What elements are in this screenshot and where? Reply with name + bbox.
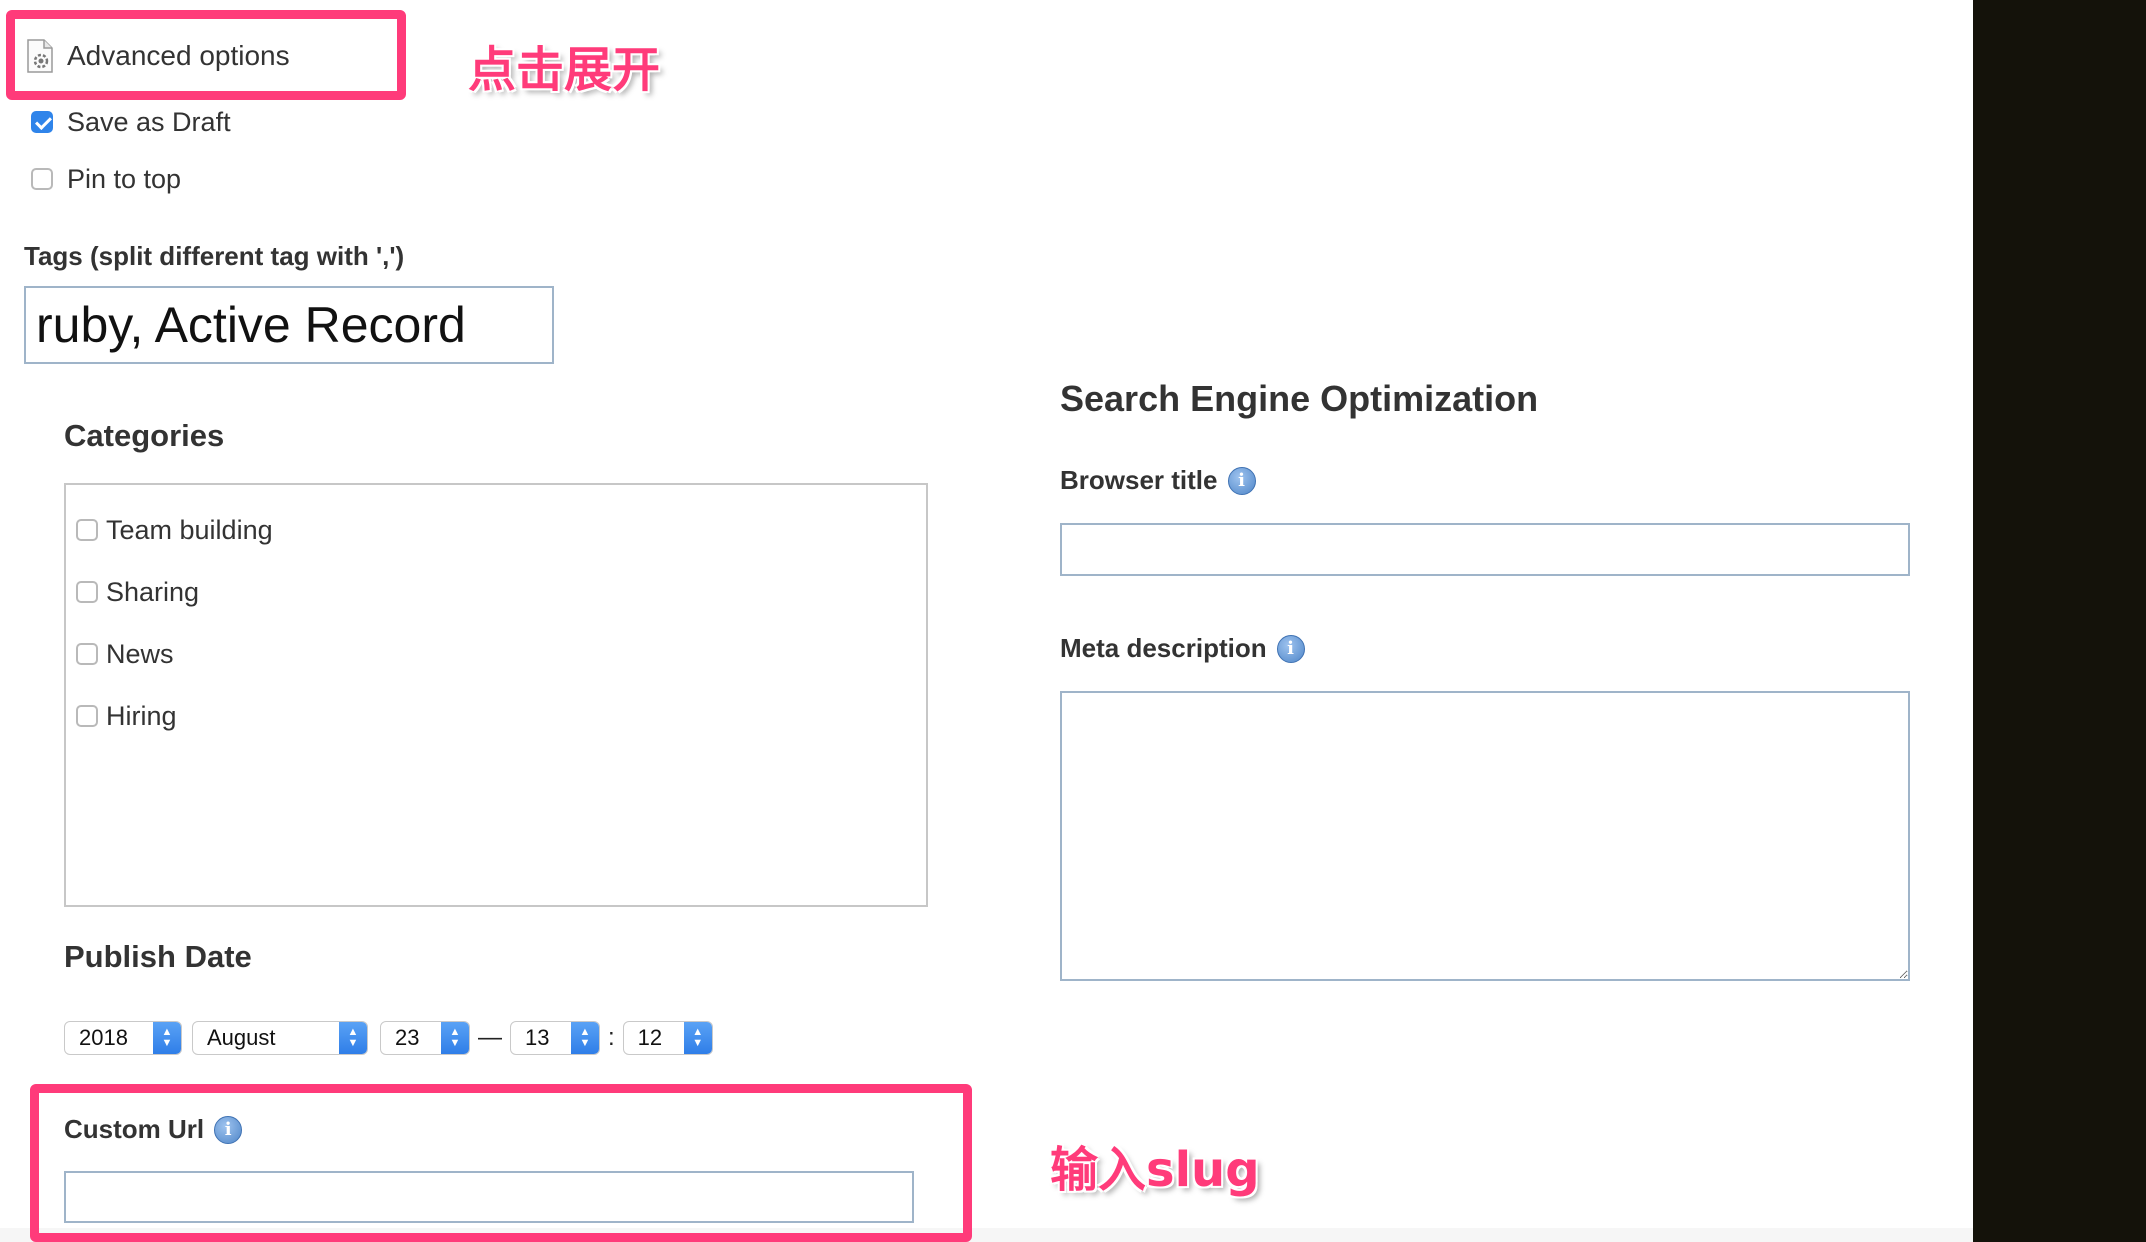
day-value: 23 bbox=[395, 1025, 420, 1050]
year-value: 2018 bbox=[79, 1025, 128, 1050]
tags-label: Tags (split different tag with ',') bbox=[24, 241, 405, 271]
select-arrows-icon: ▲ ▼ bbox=[339, 1022, 367, 1054]
category-item-news[interactable]: News bbox=[76, 639, 273, 669]
select-arrows-icon: ▲ ▼ bbox=[571, 1022, 599, 1054]
select-arrows-icon: ▲ ▼ bbox=[441, 1022, 469, 1054]
category-label: Hiring bbox=[106, 700, 177, 731]
pin-to-top-checkbox[interactable] bbox=[31, 168, 53, 190]
month-select[interactable]: August ▲ ▼ bbox=[192, 1021, 368, 1055]
pin-to-top-label: Pin to top bbox=[67, 163, 182, 194]
browser-title-label-row: Browser title i bbox=[1060, 465, 1256, 496]
category-label: Sharing bbox=[106, 576, 200, 607]
category-label: News bbox=[106, 638, 174, 669]
category-item-team-building[interactable]: Team building bbox=[76, 515, 273, 545]
day-select[interactable]: 23 ▲ ▼ bbox=[380, 1021, 470, 1055]
categories-box: Team building Sharing News Hiring bbox=[64, 483, 928, 907]
publish-date-title: Publish Date bbox=[64, 939, 252, 974]
date-time-separator: — bbox=[478, 1024, 502, 1051]
month-value: August bbox=[207, 1025, 276, 1050]
hour-value: 13 bbox=[525, 1025, 550, 1050]
category-label: Team building bbox=[106, 514, 273, 545]
select-arrows-icon: ▲ ▼ bbox=[153, 1022, 181, 1054]
publish-date-selects: 2018 ▲ ▼ August ▲ ▼ 23 ▲ ▼ — 13 ▲ ▼ : 12 ▲ ▼ bbox=[64, 1020, 713, 1056]
info-icon[interactable]: i bbox=[1227, 466, 1256, 495]
save-as-draft-label: Save as Draft bbox=[67, 106, 231, 137]
meta-description-textarea[interactable] bbox=[1060, 691, 1910, 981]
dark-side-panel bbox=[1973, 0, 2146, 1242]
category-item-sharing[interactable]: Sharing bbox=[76, 577, 273, 607]
meta-description-label: Meta description bbox=[1060, 633, 1267, 663]
category-checkbox[interactable] bbox=[76, 705, 98, 727]
year-select[interactable]: 2018 ▲ ▼ bbox=[64, 1021, 182, 1055]
info-icon[interactable]: i bbox=[1276, 634, 1305, 663]
annotation-expand-hint: 点击展开 bbox=[468, 42, 661, 98]
minute-select[interactable]: 12 ▲ ▼ bbox=[622, 1021, 713, 1055]
category-checkbox[interactable] bbox=[76, 581, 98, 603]
seo-title: Search Engine Optimization bbox=[1060, 378, 1539, 419]
annotation-slug-hint: 输入slug bbox=[1050, 1142, 1260, 1198]
category-item-hiring[interactable]: Hiring bbox=[76, 701, 273, 731]
minute-value: 12 bbox=[637, 1025, 663, 1050]
save-as-draft-row[interactable]: Save as Draft bbox=[31, 107, 231, 137]
category-checkbox[interactable] bbox=[76, 519, 98, 541]
tags-input[interactable] bbox=[24, 286, 554, 364]
highlight-box-advanced bbox=[6, 10, 406, 100]
highlight-box-custom-url bbox=[30, 1084, 972, 1242]
time-colon: : bbox=[608, 1024, 615, 1051]
categories-title: Categories bbox=[64, 418, 225, 453]
meta-description-label-row: Meta description i bbox=[1060, 633, 1305, 664]
select-arrows-icon: ▲ ▼ bbox=[683, 1022, 712, 1054]
pin-to-top-row[interactable]: Pin to top bbox=[31, 164, 181, 194]
hour-select[interactable]: 13 ▲ ▼ bbox=[510, 1021, 600, 1055]
browser-title-label: Browser title bbox=[1060, 465, 1218, 495]
browser-title-input[interactable] bbox=[1060, 523, 1910, 576]
category-checkbox[interactable] bbox=[76, 643, 98, 665]
save-as-draft-checkbox[interactable] bbox=[31, 111, 53, 133]
